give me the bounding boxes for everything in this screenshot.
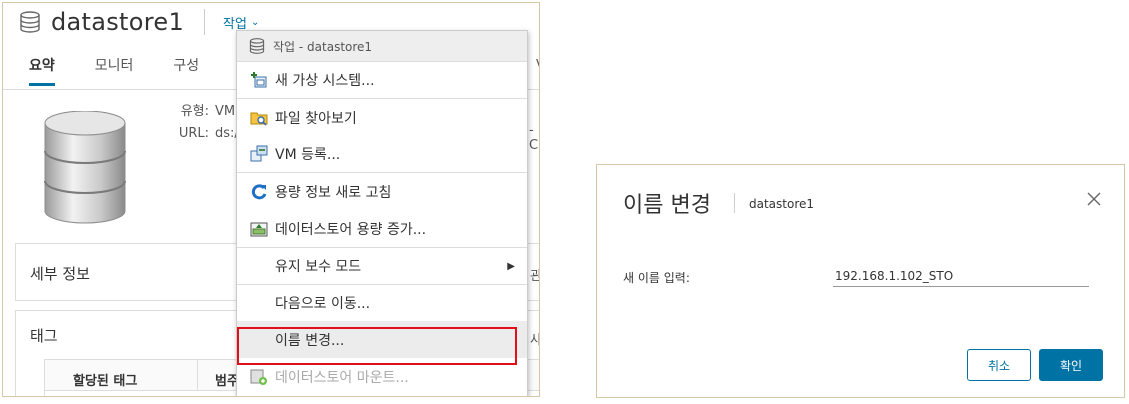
url-key: URL:: [178, 126, 209, 141]
menu-item-increase-capacity[interactable]: 데이터스토어 용량 증가...: [237, 210, 527, 247]
assigned-tag-header[interactable]: 할당된 태그: [73, 370, 137, 389]
menu-item-label: 용량 정보 새로 고침: [275, 184, 392, 201]
tab-configure[interactable]: 구성: [173, 55, 199, 86]
new-vm-icon: [249, 71, 269, 89]
datastore-icon: [20, 11, 40, 33]
tab-bar: 요약 모니터 구성: [29, 55, 239, 86]
menu-item-move-to[interactable]: 다음으로 이동...: [237, 284, 527, 321]
rename-dialog: 이름 변경 datastore1 새 이름 입력: 취소 확인: [596, 164, 1125, 398]
menu-item-browse-files[interactable]: 파일 찾아보기: [237, 99, 527, 136]
datastore-icon: [249, 38, 265, 54]
tab-overflow-text: V: [536, 58, 539, 73]
dialog-title: 이름 변경: [623, 193, 711, 218]
tags-title: 태그: [30, 327, 58, 345]
actions-label: 작업: [223, 16, 247, 32]
menu-item-label: 데이터스토어 용량 증가...: [275, 221, 427, 238]
register-vm-icon: [249, 145, 269, 163]
tab-monitor[interactable]: 모니터: [95, 55, 134, 86]
datastore-large-icon: [44, 111, 126, 224]
rename-highlight-box: [237, 327, 517, 365]
menu-item-label: 데이터스토어 마운트...: [275, 369, 409, 386]
menu-item-maintenance-mode[interactable]: 유지 보수 모드 ▶: [237, 247, 527, 284]
menu-item-label: 파일 찾아보기: [275, 110, 357, 127]
title-divider: [204, 9, 206, 35]
menu-item-refresh-capacity[interactable]: 용량 정보 새로 고침: [237, 173, 527, 210]
type-key: 유형:: [180, 104, 209, 119]
menu-header-label: 작업 - datastore1: [273, 39, 373, 54]
ok-button[interactable]: 확인: [1039, 349, 1103, 381]
menu-item-label: 다음으로 이동...: [275, 296, 371, 312]
chevron-down-icon: ⌄: [250, 16, 260, 28]
datastore-info: 유형: VM URL: ds:/: [165, 101, 239, 145]
new-name-input[interactable]: [833, 265, 1089, 287]
new-name-label: 새 이름 입력:: [623, 271, 690, 285]
actions-menu-button[interactable]: 작업 ⌄: [223, 13, 259, 32]
tags-tail-text: 사: [530, 329, 539, 348]
datastore-panel: datastore1 작업 ⌄ 요약 모니터 구성 유형: VM URL: ds:/…: [2, 2, 540, 397]
increase-capacity-icon: [249, 220, 269, 238]
dialog-subtitle: datastore1: [749, 197, 815, 211]
cancel-button[interactable]: 취소: [967, 349, 1031, 381]
browse-files-icon: [249, 109, 269, 127]
refresh-icon: [249, 183, 269, 201]
column-divider: [197, 360, 198, 390]
close-icon[interactable]: [1086, 191, 1102, 207]
url-tail-text: -C: [529, 123, 539, 153]
page-title: datastore1: [51, 8, 185, 36]
tab-summary[interactable]: 요약: [29, 55, 55, 86]
menu-header: 작업 - datastore1: [237, 31, 527, 62]
menu-item-label: 새 가상 시스템...: [275, 73, 375, 89]
header: datastore1 작업 ⌄: [19, 7, 259, 37]
dialog-title-divider: [734, 193, 735, 213]
type-value: VM: [215, 104, 236, 119]
submenu-arrow-icon: ▶: [507, 260, 515, 272]
menu-item-label: VM 등록...: [275, 147, 341, 163]
menu-item-register-vm[interactable]: VM 등록...: [237, 136, 527, 173]
details-title: 세부 정보: [30, 265, 90, 283]
details-tail-text: 관: [530, 265, 539, 284]
menu-item-new-vm[interactable]: 새 가상 시스템...: [237, 62, 527, 99]
mount-icon: [249, 368, 269, 386]
menu-item-label: 유지 보수 모드: [275, 259, 362, 275]
